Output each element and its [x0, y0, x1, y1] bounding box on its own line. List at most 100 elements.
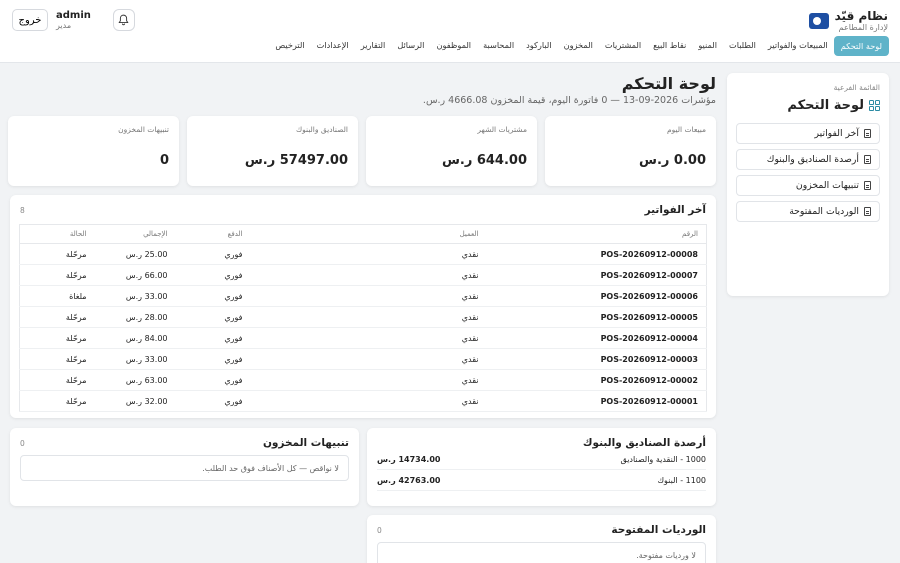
brand-title: نظام قيّد: [834, 9, 888, 23]
card-header: الورديات المفتوحة 0: [367, 515, 716, 536]
nav-inventory[interactable]: المخزون: [558, 36, 599, 56]
stat-card-cash-banks: الصناديق والبنوك 57497.00 ر.س: [187, 116, 358, 186]
document-icon: [864, 207, 871, 216]
sub-link-label: الورديات المفتوحة: [789, 206, 859, 217]
invoice-total: 25.00 ر.س: [94, 243, 176, 265]
invoice-number: POS-20260912-00003: [486, 348, 707, 370]
invoice-status: مرحّلة: [19, 348, 95, 370]
stat-card-stock-alerts: تنبيهات المخزون 0: [8, 116, 179, 186]
balances-card: أرصدة الصناديق والبنوك 1000 - النقدية وا…: [367, 428, 716, 506]
document-icon: [864, 181, 871, 190]
invoice-number: POS-20260912-00005: [486, 306, 707, 328]
nav-barcode[interactable]: الباركود: [520, 36, 557, 56]
brand-subtitle: لإدارة المطاعم: [838, 23, 888, 32]
latest-invoices-card: آخر الفواتير 8 الرقم العميل الدفع الإجما…: [10, 195, 716, 418]
nav-license[interactable]: الترخيص: [269, 36, 310, 56]
invoice-customer: نقدي: [250, 264, 487, 286]
invoice-status: مرحّلة: [19, 264, 95, 286]
stat-card-today-sales: مبيعات اليوم 0.00 ر.س: [545, 116, 716, 186]
sub-menu-panel: القائمة الفرعية لوحة التحكم آخر الفواتير…: [727, 73, 889, 296]
card-header: تنبيهات المخزون 0: [10, 428, 359, 449]
invoice-status: مرحّلة: [19, 390, 95, 412]
nav-purchases[interactable]: المشتريات: [599, 36, 647, 56]
col-status: الحالة: [19, 224, 95, 244]
invoice-customer: نقدي: [250, 243, 487, 265]
table-row[interactable]: POS-20260912-00007 نقدي فوري 66.00 ر.س م…: [19, 264, 707, 286]
nav-orders[interactable]: الطلبات: [723, 36, 762, 56]
invoice-total: 28.00 ر.س: [94, 306, 176, 328]
grid-icon: [869, 100, 880, 111]
balance-row[interactable]: 1000 - النقدية والصناديق 14734.00 ر.س: [377, 449, 706, 470]
empty-state: لا ورديات مفتوحة.: [377, 542, 706, 563]
nav-accounting[interactable]: المحاسبة: [477, 36, 520, 56]
stat-label: مشتريات الشهر: [477, 125, 527, 134]
sub-menu-caption: القائمة الفرعية: [833, 83, 880, 92]
table-row[interactable]: POS-20260912-00001 نقدي فوري 32.00 ر.س م…: [19, 390, 707, 412]
invoices-table: الرقم العميل الدفع الإجمالي الحالة POS-2…: [19, 224, 707, 412]
balance-amount: 42763.00 ر.س: [377, 475, 441, 485]
nav-menu[interactable]: المنيو: [692, 36, 723, 56]
stat-label: الصناديق والبنوك: [295, 125, 348, 134]
sub-link-open-shifts[interactable]: الورديات المفتوحة: [736, 201, 880, 222]
logout-button[interactable]: خروج: [12, 9, 48, 31]
invoice-total: 84.00 ر.س: [94, 327, 176, 349]
bell-icon: [118, 14, 129, 26]
table-row[interactable]: POS-20260912-00006 نقدي فوري 33.00 ر.س م…: [19, 285, 707, 307]
invoice-number: POS-20260912-00006: [486, 285, 707, 307]
nav-reports[interactable]: التقارير: [355, 36, 392, 56]
nav-messages[interactable]: الرسائل: [391, 36, 430, 56]
balance-account: 1000 - النقدية والصناديق: [620, 454, 706, 464]
invoice-number: POS-20260912-00002: [486, 369, 707, 391]
main-nav: لوحة التحكم المبيعات والفواتير الطلبات ا…: [269, 36, 889, 56]
invoice-payment: فوري: [175, 327, 251, 349]
page-title: لوحة التحكم: [621, 74, 716, 93]
card-title: آخر الفواتير: [644, 204, 706, 216]
card-header: آخر الفواتير 8: [10, 195, 716, 216]
table-row[interactable]: POS-20260912-00003 نقدي فوري 33.00 ر.س م…: [19, 348, 707, 370]
invoice-number: POS-20260912-00008: [486, 243, 707, 265]
table-row[interactable]: POS-20260912-00005 نقدي فوري 28.00 ر.س م…: [19, 306, 707, 328]
invoice-customer: نقدي: [250, 327, 487, 349]
sub-menu-title-text: لوحة التحكم: [787, 98, 864, 113]
invoice-total: 33.00 ر.س: [94, 285, 176, 307]
top-header: نظام قيّد لإدارة المطاعم خروج admin مدير…: [0, 0, 900, 63]
invoice-number: POS-20260912-00004: [486, 327, 707, 349]
invoice-payment: فوري: [175, 306, 251, 328]
brand-text: نظام قيّد لإدارة المطاعم: [835, 9, 888, 32]
invoice-total: 63.00 ر.س: [94, 369, 176, 391]
document-icon: [864, 129, 871, 138]
invoice-payment: فوري: [175, 264, 251, 286]
table-header-row: الرقم العميل الدفع الإجمالي الحالة: [19, 224, 707, 244]
invoice-customer: نقدي: [250, 348, 487, 370]
table-row[interactable]: POS-20260912-00002 نقدي فوري 63.00 ر.س م…: [19, 369, 707, 391]
card-count: 0: [377, 525, 382, 535]
col-number: الرقم: [486, 224, 707, 244]
stat-label: تنبيهات المخزون: [118, 125, 169, 134]
nav-settings[interactable]: الإعدادات: [311, 36, 355, 56]
card-title: أرصدة الصناديق والبنوك: [582, 437, 706, 449]
sub-link-label: آخر الفواتير: [814, 128, 859, 139]
empty-state: لا نواقص — كل الأصناف فوق حد الطلب.: [20, 455, 349, 481]
sub-link-latest-invoices[interactable]: آخر الفواتير: [736, 123, 880, 144]
user-area: خروج admin مدير: [12, 9, 135, 31]
card-header: أرصدة الصناديق والبنوك: [367, 428, 716, 449]
table-row[interactable]: POS-20260912-00004 نقدي فوري 84.00 ر.س م…: [19, 327, 707, 349]
brand[interactable]: نظام قيّد لإدارة المطاعم: [808, 9, 888, 32]
nav-employees[interactable]: الموظفون: [430, 36, 477, 56]
invoice-status: مرحّلة: [19, 306, 95, 328]
balance-row[interactable]: 1100 - البنوك 42763.00 ر.س: [377, 470, 706, 491]
brand-logo-icon: [808, 12, 829, 29]
invoice-status: مرحّلة: [19, 369, 95, 391]
table-row[interactable]: POS-20260912-00008 نقدي فوري 25.00 ر.س م…: [19, 243, 707, 265]
stat-value: 0.00 ر.س: [639, 153, 706, 168]
sub-link-balances[interactable]: أرصدة الصناديق والبنوك: [736, 149, 880, 170]
stat-label: مبيعات اليوم: [666, 125, 706, 134]
notifications-button[interactable]: [112, 9, 135, 31]
invoice-number: POS-20260912-00007: [486, 264, 707, 286]
col-payment: الدفع: [175, 224, 251, 244]
invoice-status: مرحّلة: [19, 243, 95, 265]
nav-sales-invoices[interactable]: المبيعات والفواتير: [762, 36, 834, 56]
nav-dashboard[interactable]: لوحة التحكم: [833, 36, 889, 56]
sub-link-stock-alerts[interactable]: تنبيهات المخزون: [736, 175, 880, 196]
nav-pos[interactable]: نقاط البيع: [647, 36, 692, 56]
